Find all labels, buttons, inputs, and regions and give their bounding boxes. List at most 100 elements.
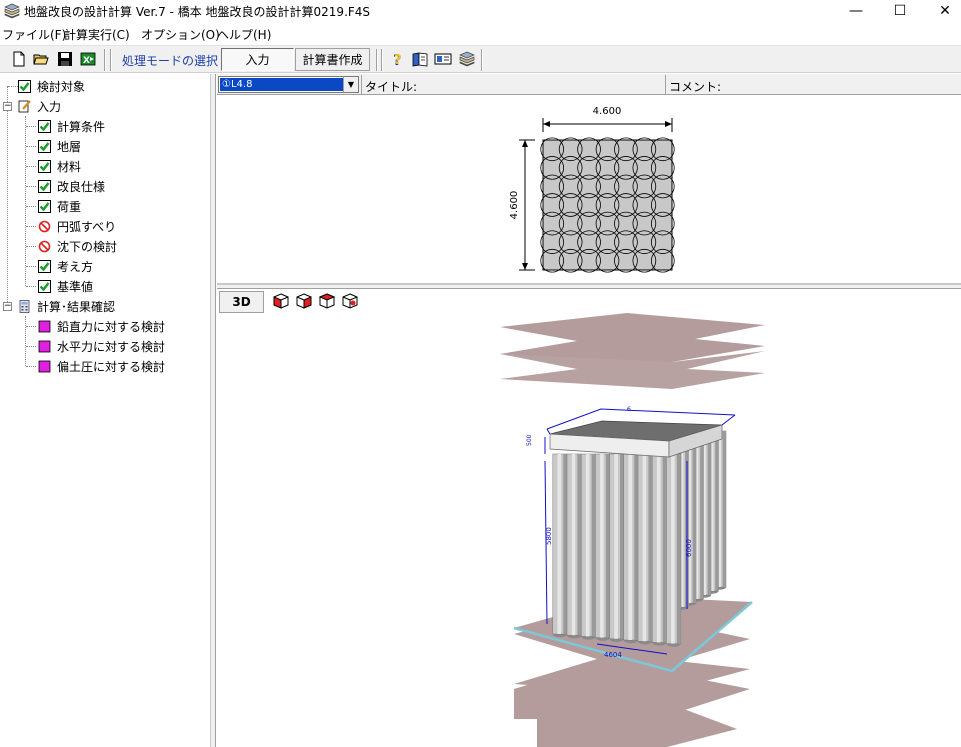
green-check-icon bbox=[38, 259, 51, 273]
soil-column bbox=[623, 453, 639, 644]
toolbar-separator bbox=[381, 49, 383, 71]
open-folder-icon[interactable] bbox=[32, 50, 50, 68]
menu-calculate[interactable]: 計算実行(C) bbox=[64, 26, 130, 43]
title-bar: 地盤改良の設計計算 Ver.7 - 橋本 地盤改良の設計計算0219.F4S —… bbox=[0, 0, 961, 22]
dim-depth-right-label: 6000 bbox=[685, 539, 693, 557]
comment-label: コメント: bbox=[669, 80, 722, 94]
dim-slab-label: 500 bbox=[526, 434, 533, 446]
tree-connector bbox=[26, 226, 36, 227]
tree-connector bbox=[26, 206, 36, 207]
tree-item-strata[interactable]: 地層 bbox=[38, 136, 81, 156]
dim-top-label: 6 bbox=[627, 406, 631, 413]
tree-item-vertical-check[interactable]: 鉛直力に対する検討 bbox=[38, 316, 165, 336]
tree-connector bbox=[26, 246, 36, 247]
green-check-icon bbox=[38, 279, 51, 293]
toolbar-separator bbox=[110, 49, 112, 71]
plan-view: 4.600 4.600 bbox=[217, 96, 961, 285]
tree-item-materials[interactable]: 材料 bbox=[38, 156, 81, 176]
menu-file[interactable]: ファイル(F) bbox=[2, 26, 66, 43]
tree-item-label: 水平力に対する検討 bbox=[57, 339, 166, 354]
tree-connector bbox=[26, 366, 36, 367]
minimize-button[interactable]: — bbox=[833, 0, 879, 22]
tree-item-loads[interactable]: 荷重 bbox=[38, 196, 81, 216]
dim-bottom-label: 4604 bbox=[604, 651, 622, 659]
soil-column bbox=[637, 453, 653, 645]
app-icon bbox=[4, 3, 20, 19]
menu-help[interactable]: ヘルプ(H) bbox=[217, 26, 271, 43]
calculator-icon bbox=[19, 299, 30, 313]
tree-connector bbox=[26, 346, 36, 347]
layers-icon[interactable] bbox=[458, 50, 476, 68]
close-button[interactable]: ✕ bbox=[922, 0, 961, 22]
case-select[interactable]: ①L4.8 ▼ bbox=[218, 76, 359, 93]
tree-connector bbox=[26, 186, 36, 187]
tree-connector bbox=[26, 146, 36, 147]
tree-panel: − − 検討対象 入力計算条件地層材料改良仕様荷重円弧すべり沈下の検討考え方基準値… bbox=[0, 74, 211, 747]
card-icon[interactable] bbox=[434, 50, 452, 68]
magenta-square-icon bbox=[38, 320, 51, 332]
header-strip: ①L4.8 ▼ タイトル: コメント: bbox=[217, 74, 961, 95]
tree-item-improvement-spec[interactable]: 改良仕様 bbox=[38, 176, 105, 196]
tree-item-settlement[interactable]: 沈下の検討 bbox=[38, 236, 117, 256]
tree-item-label: 荷重 bbox=[57, 199, 82, 214]
red-prohibited-icon bbox=[38, 240, 51, 252]
export-icon[interactable]: X bbox=[79, 50, 97, 68]
mode-select-label: 処理モードの選択 bbox=[122, 54, 219, 68]
app-window: 地盤改良の設計計算 Ver.7 - 橋本 地盤改良の設計計算0219.F4S —… bbox=[0, 0, 961, 747]
tree-connector bbox=[26, 286, 36, 287]
svg-text:X: X bbox=[83, 56, 90, 66]
toolbar-separator bbox=[376, 49, 378, 71]
tree-item-input[interactable]: 入力 bbox=[18, 96, 61, 116]
tree-item-calc-conditions[interactable]: 計算条件 bbox=[38, 116, 105, 136]
tree-expander-calc[interactable]: − bbox=[3, 302, 12, 311]
green-check-icon bbox=[38, 119, 51, 133]
tree-item-eccentric-pressure-check[interactable]: 偏土圧に対する検討 bbox=[38, 356, 165, 376]
header-divider bbox=[665, 75, 666, 94]
menu-options[interactable]: オプション(O) bbox=[141, 26, 220, 43]
plan-drawing: 4.600 4.600 bbox=[509, 106, 675, 273]
tree-item-horizontal-check[interactable]: 水平力に対する検討 bbox=[38, 336, 165, 356]
model-3d-drawing: 6 500 5800 6000 4604 bbox=[500, 313, 765, 747]
tree-expander-input[interactable]: − bbox=[3, 102, 12, 111]
input-mode-button[interactable]: 入力 bbox=[221, 48, 294, 71]
green-check-icon bbox=[38, 159, 51, 173]
tree-connector bbox=[26, 166, 36, 167]
dim-depth-left-label: 5800 bbox=[545, 527, 553, 545]
soil-column bbox=[580, 453, 596, 640]
tree-item-label: 計算条件 bbox=[57, 119, 106, 134]
soil-column bbox=[595, 453, 611, 641]
save-icon[interactable] bbox=[56, 50, 74, 68]
maximize-button[interactable]: ☐ bbox=[877, 0, 923, 22]
help-icon[interactable]: ? ? bbox=[389, 50, 407, 68]
tree-connector bbox=[25, 316, 26, 366]
tree-item-circular-slip[interactable]: 円弧すべり bbox=[38, 216, 116, 236]
vertical-splitter[interactable] bbox=[211, 74, 216, 747]
tree-item-label: 基準値 bbox=[57, 279, 94, 294]
tree-item-label: 沈下の検討 bbox=[57, 239, 118, 254]
toolbar-separator bbox=[481, 49, 483, 71]
tree-item-calc-results[interactable]: 計算･結果確認 bbox=[18, 296, 115, 316]
new-file-icon[interactable] bbox=[10, 50, 28, 68]
report-button[interactable]: 計算書作成 bbox=[295, 48, 370, 71]
book-icon[interactable] bbox=[411, 50, 429, 68]
view-3d: 3D 6 500 5800 6000 4604 bbox=[217, 289, 961, 747]
tree-connector bbox=[25, 116, 26, 286]
soil-column bbox=[609, 453, 625, 643]
tree-connector bbox=[7, 86, 8, 306]
chevron-down-icon[interactable]: ▼ bbox=[343, 77, 358, 92]
tree-connector bbox=[26, 266, 36, 267]
tree-item-target[interactable]: 検討対象 bbox=[18, 76, 85, 96]
tree-item-approach[interactable]: 考え方 bbox=[38, 256, 93, 276]
tree-item-standard-values[interactable]: 基準値 bbox=[38, 276, 93, 296]
green-check-icon bbox=[38, 139, 51, 153]
toolbar: X 処理モードの選択 入力 計算書作成 ? ? bbox=[0, 45, 961, 73]
soil-column bbox=[666, 453, 682, 647]
header-divider bbox=[361, 75, 362, 94]
svg-text:?: ? bbox=[394, 53, 402, 68]
window-title: 地盤改良の設計計算 Ver.7 - 橋本 地盤改良の設計計算0219.F4S bbox=[24, 5, 371, 19]
tree-item-label: 円弧すべり bbox=[57, 219, 117, 234]
tree-item-label: 材料 bbox=[57, 159, 82, 174]
pencil-note-icon bbox=[18, 99, 31, 112]
tree-item-label: 計算･結果確認 bbox=[37, 299, 116, 314]
plan-height-dimension: 4.600 bbox=[509, 191, 520, 220]
